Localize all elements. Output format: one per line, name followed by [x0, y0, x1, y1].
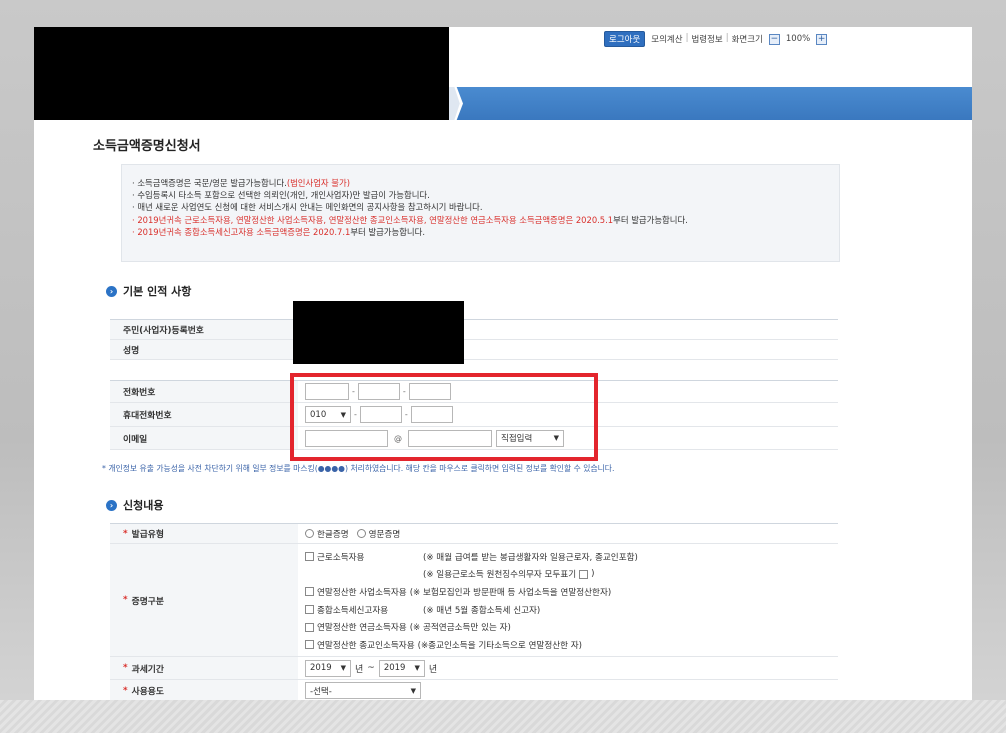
tilde: ~ [367, 663, 375, 673]
purpose-select[interactable]: -선택- ▼ [305, 682, 421, 699]
name-label: 성명 [110, 340, 298, 359]
basic-info-section-title: › 기본 인적 사항 [106, 283, 191, 299]
utility-links: 모의계산 | 법령정보 | 화면크기 [651, 33, 763, 45]
tax-period-row: * 과세기간 2019 ▼ 년 ~ 2019 ▼ 년 [110, 657, 838, 680]
cert-type-row: * 증명구분 근로소득자용 (※ 매월 급여를 받는 봉급생활자와 일용근로자, … [110, 544, 838, 657]
masking-notice: * 개인정보 유출 가능성을 사전 차단하기 위해 일부 정보를 마스킹(●●●… [102, 464, 615, 473]
notice-line: · 소득금액증명은 국문/영문 발급가능합니다.(법인사업자 불가) [132, 178, 350, 188]
red-highlight-box [290, 373, 598, 461]
notice-box: · 소득금액증명은 국문/영문 발급가능합니다.(법인사업자 불가) · 수입등… [121, 164, 840, 262]
zoom-level: 100% [785, 34, 811, 44]
checkbox[interactable] [305, 640, 314, 650]
section-title-text: 신청내용 [123, 499, 164, 512]
daily-worker-checkbox[interactable] [579, 569, 589, 579]
zoom-in-button[interactable]: + [816, 33, 828, 45]
page-title: 소득금액증명신청서 [93, 139, 201, 154]
zoom-out-button[interactable]: − [768, 33, 780, 45]
korean-cert-radio[interactable]: 한글증명 [305, 528, 349, 540]
cert-option-earned-income[interactable]: 근로소득자용 (※ 매월 급여를 받는 봉급생활자와 일용근로자, 종교인포함) [305, 548, 638, 566]
checkbox[interactable] [305, 587, 314, 597]
year-suffix: 년 [428, 664, 438, 675]
english-cert-radio[interactable]: 영문증명 [356, 528, 400, 540]
cert-option-religious-income[interactable]: 연말정산한 종교인소득자용 (※종교인소득을 기타소득으로 연말정산한 자) [305, 636, 638, 654]
cert-option-pension-income[interactable]: 연말정산한 연금소득자용 (※ 공적연금소득만 있는 자) [305, 618, 638, 636]
separator: | [725, 33, 729, 43]
basic-info-table-top: 주민(사업자)등록번호 성명 [110, 319, 838, 360]
year-suffix: 년 [355, 664, 364, 675]
from-year-select[interactable]: 2019 ▼ [305, 659, 351, 677]
checkbox[interactable] [305, 552, 314, 562]
to-year-select[interactable]: 2019 ▼ [378, 659, 425, 677]
notice-line: · 수입등록시 타소득 포함으로 선택한 의뢰인(개인, 개인사업자)만 발급이… [132, 190, 430, 201]
phone-label: 전화번호 [110, 381, 298, 402]
chevron-down-icon: ▼ [340, 664, 346, 672]
cert-option-global-income[interactable]: 종합소득세신고자용 (※ 매년 5월 종합소득세 신고자) [305, 601, 638, 619]
browser-page: 로그아웃 모의계산 | 법령정보 | 화면크기 − 100% + 소득금액증명신… [34, 27, 972, 700]
issue-type-row: * 발급유형 한글증명 영문증명 [110, 524, 838, 544]
screen-size-label: 화면크기 [731, 35, 763, 45]
chevron-down-icon: ▼ [414, 664, 420, 672]
request-table: * 발급유형 한글증명 영문증명 * 증명구분 근로소득자용 (※ 매월 급여를 받… [110, 523, 838, 700]
tax-period-inputs: 2019 ▼ 년 ~ 2019 ▼ 년 [298, 657, 838, 679]
rrn-row: 주민(사업자)등록번호 [110, 320, 838, 340]
section-title-text: 기본 인적 사항 [123, 285, 192, 298]
email-label: 이메일 [110, 427, 298, 449]
law-info-link[interactable]: 법령정보 [691, 33, 722, 45]
checkbox[interactable] [305, 605, 314, 615]
mobile-label: 휴대전화번호 [110, 403, 298, 426]
request-section-title: › 신청내용 [106, 497, 163, 513]
cert-type-label: * 증명구분 [110, 544, 298, 656]
logout-button[interactable]: 로그아웃 [604, 31, 646, 47]
purpose-inputs: -선택- ▼ [298, 680, 838, 700]
bottom-background-band [0, 700, 1006, 733]
notice-line: · 매년 새로운 사업연도 신청에 대한 서비스개시 안내는 메인화면의 공지사… [132, 202, 483, 213]
section-bullet-icon: › [106, 285, 117, 297]
notice-line: · 2019년귀속 종합소득세신고자용 소득금액증명은 2020.7.1부터 발… [132, 226, 425, 237]
navigation-band [449, 87, 972, 120]
purpose-row: * 사용용도 -선택- ▼ [110, 680, 838, 700]
chevron-down-icon: ▼ [410, 686, 416, 695]
tax-period-label: * 과세기간 [110, 657, 298, 679]
issue-type-options: 한글증명 영문증명 [298, 524, 838, 543]
cert-option-daily-worker: (※ 일용근로소득 원천징수의무자 모두표기 ) [423, 569, 595, 581]
rrn-label: 주민(사업자)등록번호 [110, 320, 298, 339]
checkbox[interactable] [305, 622, 314, 632]
name-row: 성명 [110, 340, 838, 360]
cert-option-business-income[interactable]: 연말정산한 사업소득자용 (※ 보험모집인과 방문판매 등 사업소득을 연말정산… [305, 583, 638, 601]
utility-bar: 로그아웃 모의계산 | 법령정보 | 화면크기 − 100% + [604, 31, 828, 47]
section-bullet-icon: › [106, 499, 117, 511]
issue-type-label: * 발급유형 [110, 524, 298, 543]
redacted-personal-info [293, 301, 464, 364]
cert-type-options: 근로소득자용 (※ 매월 급여를 받는 봉급생활자와 일용근로자, 종교인포함)… [298, 544, 838, 656]
purpose-label: * 사용용도 [110, 680, 298, 700]
separator: | [685, 33, 689, 43]
simulation-link[interactable]: 모의계산 [651, 33, 682, 45]
notice-line: · 2019년귀속 근로소득자용, 연말정산한 사업소득자용, 연말정산한 종교… [132, 214, 688, 225]
redacted-header-area [34, 27, 449, 120]
